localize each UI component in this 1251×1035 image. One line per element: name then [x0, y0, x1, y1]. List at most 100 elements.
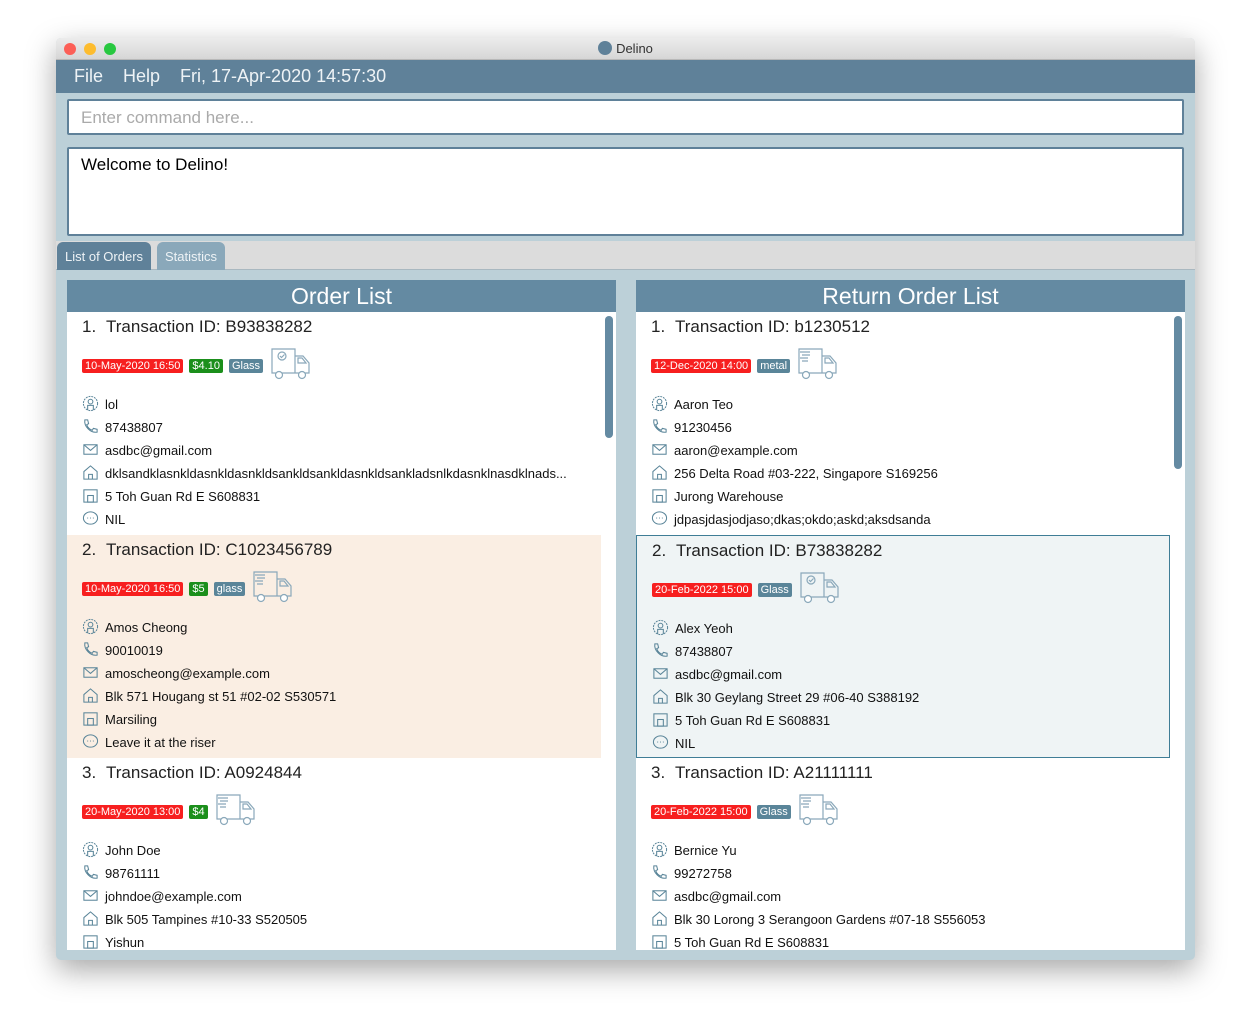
return-order-list[interactable]: 1. Transaction ID: b1230512 12-Dec-2020 14…: [636, 312, 1185, 950]
order-address: Blk 571 Hougang st 51 #02-02 S530571: [105, 689, 337, 704]
order-email: johndoe@example.com: [105, 889, 242, 904]
order-phone-row: 87438807: [82, 416, 601, 439]
house-icon: [652, 688, 675, 708]
order-list[interactable]: 1. Transaction ID: B93838282 10-May-2020 1…: [67, 312, 616, 950]
order-name-row: Bernice Yu: [651, 839, 1170, 862]
order-card[interactable]: 3. Transaction ID: A21111111 20-Feb-2022 1…: [636, 758, 1170, 950]
person-icon: [82, 395, 105, 415]
order-card[interactable]: 1. Transaction ID: b1230512 12-Dec-2020 14…: [636, 312, 1170, 535]
order-comment: NIL: [675, 736, 696, 751]
order-warehouse-row: Yishun: [82, 931, 601, 950]
order-warehouse-row: Marsiling: [82, 708, 601, 731]
command-input[interactable]: Enter command here...: [67, 99, 1184, 135]
order-email-row: asdbc@gmail.com: [651, 885, 1170, 908]
transaction-id: Transaction ID: A21111111: [675, 763, 873, 782]
order-name-row: Alex Yeoh: [652, 617, 1169, 640]
order-address: Blk 505 Tampines #10-33 S520505: [105, 912, 308, 927]
order-email-row: asdbc@gmail.com: [652, 663, 1169, 686]
cost-tag: $4: [189, 805, 208, 819]
delivery-date-tag: 10-May-2020 16:50: [82, 359, 184, 373]
person-icon: [651, 395, 674, 415]
order-email-row: johndoe@example.com: [82, 885, 601, 908]
house-icon: [82, 464, 105, 484]
warehouse-icon: [82, 487, 105, 507]
order-card[interactable]: 2. Transaction ID: B73838282 20-Feb-2022 1…: [636, 535, 1170, 758]
delivery-date-tag: 20-May-2020 13:00: [82, 805, 184, 819]
email-icon: [82, 441, 105, 461]
item-type-tag: Glass: [756, 805, 791, 819]
order-warehouse: 5 Toh Guan Rd E S608831: [105, 489, 261, 504]
order-phone-row: 99272758: [651, 862, 1170, 885]
order-warehouse: Marsiling: [105, 712, 158, 727]
comment-icon: [82, 510, 105, 530]
order-email-row: asdbc@gmail.com: [82, 439, 601, 462]
order-warehouse-row: 5 Toh Guan Rd E S608831: [651, 931, 1170, 950]
order-name: Bernice Yu: [674, 843, 737, 858]
order-comment: jdpasjdasjodjaso;dkas;okdo;askd;aksdsand…: [674, 512, 931, 527]
email-icon: [82, 887, 105, 907]
order-phone-row: 98761111: [82, 862, 601, 885]
tab-list-of-orders[interactable]: List of Orders: [57, 242, 152, 270]
order-name: Alex Yeoh: [675, 621, 733, 636]
transaction-id: Transaction ID: b1230512: [675, 317, 870, 336]
order-phone-row: 90010019: [82, 639, 601, 662]
order-email: asdbc@gmail.com: [105, 443, 213, 458]
order-comment-row: NIL: [82, 508, 601, 531]
email-icon: [651, 887, 674, 907]
order-index: 2.: [652, 541, 667, 560]
item-type-tag: Glass: [757, 583, 792, 597]
transaction-id: Transaction ID: C1023456789: [106, 540, 333, 559]
order-name-row: Aaron Teo: [651, 393, 1170, 416]
order-list-title: Order List: [67, 280, 616, 312]
order-index: 1.: [82, 317, 97, 336]
delivery-date-tag: 20-Feb-2022 15:00: [651, 805, 751, 819]
order-index: 3.: [651, 763, 666, 782]
menu-help[interactable]: Help: [123, 66, 160, 87]
order-name: lol: [105, 397, 119, 412]
transaction-id: Transaction ID: A0924844: [106, 763, 302, 782]
window-title: Delino: [616, 41, 653, 56]
order-warehouse: 5 Toh Guan Rd E S608831: [675, 713, 831, 728]
cost-tag: $5: [189, 582, 208, 596]
order-card[interactable]: 3. Transaction ID: A0924844 20-May-2020 13…: [67, 758, 601, 950]
tab-statistics[interactable]: Statistics: [157, 242, 226, 270]
menu-file[interactable]: File: [74, 66, 103, 87]
return-order-list-scrollbar[interactable]: [1174, 316, 1182, 469]
phone-icon: [82, 641, 105, 661]
house-icon: [82, 687, 105, 707]
person-icon: [82, 618, 105, 638]
email-icon: [651, 441, 674, 461]
order-card[interactable]: 2. Transaction ID: C1023456789 10-May-2020…: [67, 535, 601, 758]
order-comment-row: jdpasjdasjodjaso;dkas;okdo;askd;aksdsand…: [651, 508, 1170, 531]
app-window: Delino File Help Fri, 17-Apr-2020 14:57:…: [56, 38, 1195, 960]
order-comment: NIL: [105, 512, 126, 527]
house-icon: [651, 464, 674, 484]
order-email: aaron@example.com: [674, 443, 798, 458]
delivery-date-tag: 10-May-2020 16:50: [82, 582, 184, 596]
email-icon: [82, 664, 105, 684]
order-phone: 87438807: [105, 420, 163, 435]
person-icon: [82, 841, 105, 861]
transaction-id: Transaction ID: B93838282: [106, 317, 313, 336]
order-email-row: amoscheong@example.com: [82, 662, 601, 685]
order-address-row: Blk 30 Geylang Street 29 #06-40 S388192: [652, 686, 1169, 709]
house-icon: [651, 910, 674, 930]
order-index: 3.: [82, 763, 97, 782]
order-index: 1.: [651, 317, 666, 336]
order-address: dklsandklasnkldasnkldasnkldsankldsanklda…: [105, 466, 567, 481]
warehouse-icon: [651, 933, 674, 951]
house-icon: [82, 910, 105, 930]
order-phone-row: 91230456: [651, 416, 1170, 439]
order-card[interactable]: 1. Transaction ID: B93838282 10-May-2020 1…: [67, 312, 601, 535]
phone-icon: [652, 642, 675, 662]
order-name-row: Amos Cheong: [82, 616, 601, 639]
result-display: Welcome to Delino!: [67, 147, 1184, 236]
undelivered-truck-icon: [214, 793, 256, 832]
order-address: 256 Delta Road #03-222, Singapore S16925…: [674, 466, 938, 481]
order-list-scrollbar[interactable]: [605, 316, 613, 438]
comment-icon: [652, 734, 675, 754]
order-index: 2.: [82, 540, 97, 559]
order-warehouse-row: 5 Toh Guan Rd E S608831: [652, 709, 1169, 732]
order-list-panel: Order List 1. Transaction ID: B93838282 10…: [67, 280, 616, 950]
order-phone-row: 87438807: [652, 640, 1169, 663]
